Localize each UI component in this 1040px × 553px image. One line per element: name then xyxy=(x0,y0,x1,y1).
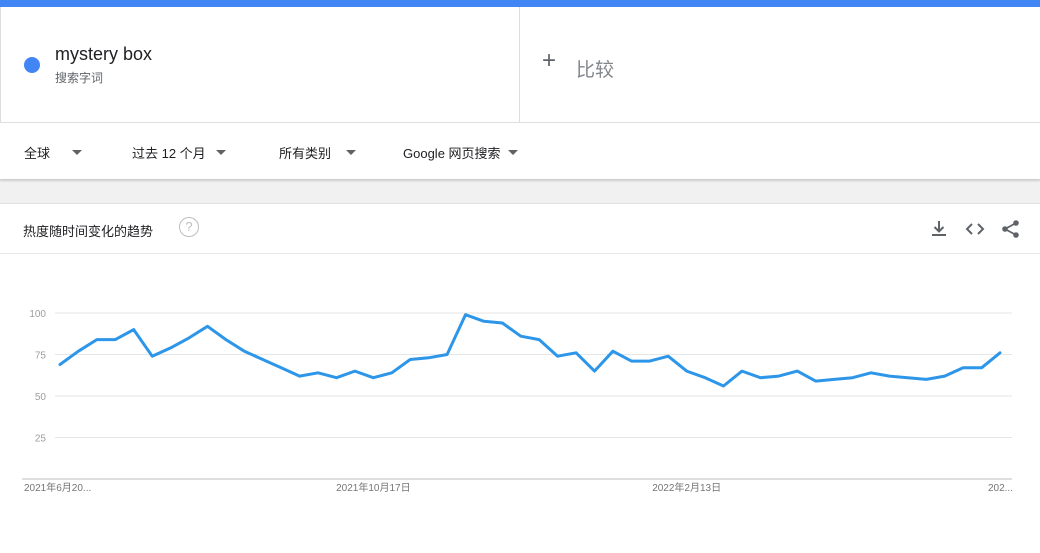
filter-bar: 全球 过去 12 个月 所有类别 Google 网页搜索 xyxy=(0,123,1040,180)
embed-icon[interactable] xyxy=(964,218,986,240)
search-term-name: mystery box xyxy=(55,44,153,64)
interest-over-time-card: 热度随时间变化的趋势 ? 25 50 75 100 2021年6月20... 2021年1… xyxy=(0,203,1040,553)
search-term-row: mystery box 搜索字词 + 比较 xyxy=(0,7,1040,123)
share-icon[interactable] xyxy=(1000,218,1022,240)
download-icon[interactable] xyxy=(928,218,950,240)
trend-chart: 25 50 75 100 2021年6月20... 2021年10月17日 2022年2月1… xyxy=(0,254,1040,553)
series-line xyxy=(58,313,1002,388)
compare-button[interactable]: + 比较 xyxy=(520,7,1040,122)
top-accent-bar xyxy=(0,0,1040,7)
x-tick-label-3: 202... xyxy=(988,483,1013,494)
plus-icon: + xyxy=(542,47,557,74)
filter-property-label: Google 网页搜索 xyxy=(403,146,501,161)
caret-down-icon xyxy=(72,150,83,155)
caret-down-icon xyxy=(346,150,357,155)
caret-down-icon xyxy=(507,150,518,155)
caret-down-icon xyxy=(215,150,226,155)
card-title: 热度随时间变化的趋势 xyxy=(23,224,154,239)
x-tick-label-2: 2022年2月13日 xyxy=(652,481,721,494)
filter-property-dropdown[interactable]: Google 网页搜索 xyxy=(403,143,518,162)
search-term-type: 搜索字词 xyxy=(55,71,104,85)
term-color-dot xyxy=(24,57,40,73)
filter-category-dropdown[interactable]: 所有类别 xyxy=(279,143,357,162)
y-tick-label-50: 50 xyxy=(35,392,47,403)
y-tick-label-100: 100 xyxy=(29,309,46,320)
filter-time-label: 过去 12 个月 xyxy=(132,146,206,161)
card-header: 热度随时间变化的趋势 ? xyxy=(0,204,1040,254)
filter-time-dropdown[interactable]: 过去 12 个月 xyxy=(132,143,226,162)
filter-region-dropdown[interactable]: 全球 xyxy=(24,143,83,162)
search-term-card[interactable]: mystery box 搜索字词 xyxy=(0,7,520,122)
x-tick-label-0: 2021年6月20... xyxy=(24,481,91,494)
filter-category-label: 所有类别 xyxy=(279,146,332,161)
help-icon[interactable]: ? xyxy=(179,217,199,237)
filter-region-label: 全球 xyxy=(24,146,51,161)
compare-label: 比较 xyxy=(576,60,615,81)
trend-chart-svg: 25 50 75 100 2021年6月20... 2021年10月17日 2022年2月1… xyxy=(22,309,1013,494)
y-tick-label-25: 25 xyxy=(35,434,47,445)
x-tick-label-1: 2021年10月17日 xyxy=(336,481,411,494)
y-tick-label-75: 75 xyxy=(35,351,47,362)
